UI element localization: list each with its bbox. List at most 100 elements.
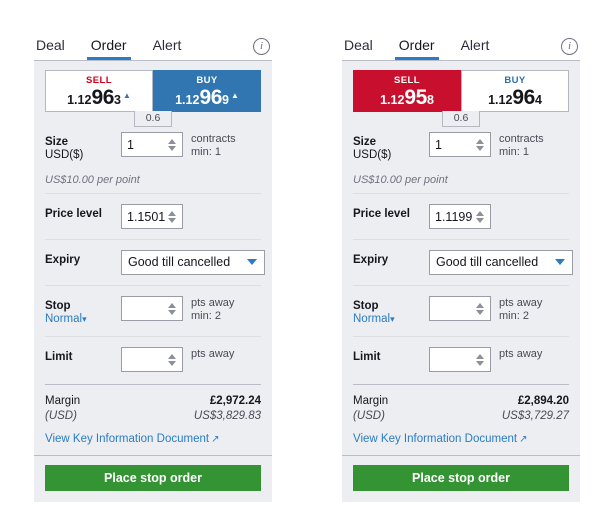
margin-block-left: Margin £2,972.24 (USD) US$3,829.83 View … — [45, 384, 261, 455]
size-label-text: Size — [353, 136, 377, 148]
tab-order-left[interactable]: Order — [86, 37, 131, 60]
spin-down-icon[interactable] — [167, 310, 176, 315]
place-order-button-right[interactable]: Place stop order — [353, 465, 569, 491]
stop-stepper-right[interactable] — [429, 296, 491, 321]
price-level-spinner-left[interactable] — [166, 207, 177, 227]
buy-price-pre: 1.12 — [488, 93, 513, 107]
spin-down-icon[interactable] — [167, 361, 176, 366]
info-icon[interactable]: i — [253, 38, 270, 55]
spin-down-icon[interactable] — [475, 146, 484, 151]
limit-stepper-right[interactable] — [429, 347, 491, 372]
limit-spinner-left[interactable] — [166, 350, 177, 370]
expiry-select-right[interactable]: Good till cancelled — [429, 250, 573, 275]
size-hint: contracts min: 1 — [499, 132, 544, 158]
tab-order-right[interactable]: Order — [394, 37, 439, 60]
spin-down-icon[interactable] — [475, 361, 484, 366]
ticket-body-left: SELL 1.12 96 3 ▲ BUY 1.12 96 9 ▲ 0.6 Size USD(… — [34, 60, 272, 455]
buy-quote: 1.12 96 4 — [488, 87, 542, 108]
spin-up-icon[interactable] — [475, 139, 484, 144]
sell-price-button-left[interactable]: SELL 1.12 96 3 ▲ — [45, 70, 153, 112]
limit-hint-unit: pts away — [191, 348, 235, 360]
sell-price-big: 96 — [91, 86, 115, 109]
stop-hint-unit: pts away — [191, 297, 235, 309]
price-level-input-left[interactable] — [122, 205, 166, 228]
kid-link-left[interactable]: View Key Information Document ↗ — [45, 433, 219, 445]
spin-up-icon[interactable] — [167, 354, 176, 359]
info-icon[interactable]: i — [561, 38, 578, 55]
stop-label-text: Stop — [353, 300, 379, 312]
sell-quote: 1.12 96 3 ▲ — [67, 87, 131, 108]
stop-input-right[interactable] — [430, 297, 474, 320]
buy-price-button-left[interactable]: BUY 1.12 96 9 ▲ — [153, 70, 261, 112]
size-label-text: Size — [45, 136, 69, 148]
buy-quote: 1.12 96 9 ▲ — [175, 87, 239, 108]
size-input-right[interactable] — [430, 133, 474, 156]
tab-alert-left[interactable]: Alert — [153, 37, 182, 60]
stop-label-text: Stop — [45, 300, 71, 312]
expiry-value-right: Good till cancelled — [436, 255, 539, 269]
price-ticket-left: SELL 1.12 96 3 ▲ BUY 1.12 96 9 ▲ 0.6 — [45, 70, 261, 127]
arrow-up-icon: ▲ — [230, 91, 239, 100]
cta-wrap-left: Place stop order — [34, 455, 272, 502]
stop-hint: pts away min: 2 — [191, 296, 234, 322]
spin-down-icon[interactable] — [167, 218, 176, 223]
buy-label: BUY — [504, 75, 526, 86]
price-level-stepper-right[interactable] — [429, 204, 491, 229]
stop-spinner-right[interactable] — [474, 299, 485, 319]
size-spinner-left[interactable] — [166, 135, 177, 155]
chevron-down-icon[interactable] — [247, 259, 257, 265]
size-spinner-right[interactable] — [474, 135, 485, 155]
chevron-down-icon[interactable]: ▾ — [82, 314, 87, 324]
buy-price-button-right[interactable]: BUY 1.12 96 4 — [461, 70, 569, 112]
place-order-button-left[interactable]: Place stop order — [45, 465, 261, 491]
sell-label: SELL — [394, 75, 420, 86]
size-stepper-right[interactable] — [429, 132, 491, 157]
margin-block-right: Margin £2,894.20 (USD) US$3,729.27 View … — [353, 384, 569, 455]
spin-down-icon[interactable] — [475, 218, 484, 223]
spin-down-icon[interactable] — [167, 146, 176, 151]
size-input-left[interactable] — [122, 133, 166, 156]
limit-input-right[interactable] — [430, 348, 474, 371]
size-label: Size USD($) — [353, 132, 429, 162]
spin-up-icon[interactable] — [475, 211, 484, 216]
buy-price-post: 9 — [222, 93, 229, 107]
size-label: Size USD($) — [45, 132, 121, 162]
spin-up-icon[interactable] — [475, 354, 484, 359]
price-level-input-right[interactable] — [430, 205, 474, 228]
spin-down-icon[interactable] — [475, 310, 484, 315]
margin-currency: (USD) — [45, 410, 77, 422]
sell-price-button-right[interactable]: SELL 1.12 95 8 — [353, 70, 461, 112]
spread-badge: 0.6 — [134, 111, 172, 127]
spin-up-icon[interactable] — [167, 303, 176, 308]
stop-hint-unit: pts away — [499, 297, 543, 309]
tab-deal-left[interactable]: Deal — [36, 37, 65, 60]
stop-type-dropdown-right[interactable]: Normal▾ — [353, 313, 395, 325]
stop-type-dropdown-left[interactable]: Normal▾ — [45, 313, 87, 325]
margin-line-secondary-left: (USD) US$3,829.83 — [45, 409, 261, 424]
spin-up-icon[interactable] — [167, 211, 176, 216]
expiry-select-left[interactable]: Good till cancelled — [121, 250, 265, 275]
limit-stepper-left[interactable] — [121, 347, 183, 372]
stop-stepper-left[interactable] — [121, 296, 183, 321]
kid-link-right[interactable]: View Key Information Document ↗ — [353, 433, 527, 445]
tab-alert-right[interactable]: Alert — [461, 37, 490, 60]
stop-type-text: Normal — [353, 313, 391, 325]
limit-spinner-right[interactable] — [474, 350, 485, 370]
chevron-down-icon[interactable] — [555, 259, 565, 265]
spin-up-icon[interactable] — [167, 139, 176, 144]
spin-up-icon[interactable] — [475, 303, 484, 308]
price-level-label: Price level — [45, 204, 121, 221]
stop-type-text: Normal — [45, 313, 83, 325]
stop-spinner-left[interactable] — [166, 299, 177, 319]
expiry-value-left: Good till cancelled — [128, 255, 231, 269]
sell-price-pre: 1.12 — [67, 93, 92, 107]
buy-label: BUY — [196, 75, 218, 86]
margin-amount-usd-left: US$3,829.83 — [193, 410, 261, 422]
limit-input-left[interactable] — [122, 348, 166, 371]
size-stepper-left[interactable] — [121, 132, 183, 157]
price-level-spinner-right[interactable] — [474, 207, 485, 227]
chevron-down-icon[interactable]: ▾ — [390, 314, 395, 324]
stop-input-left[interactable] — [122, 297, 166, 320]
tab-deal-right[interactable]: Deal — [344, 37, 373, 60]
price-level-stepper-left[interactable] — [121, 204, 183, 229]
